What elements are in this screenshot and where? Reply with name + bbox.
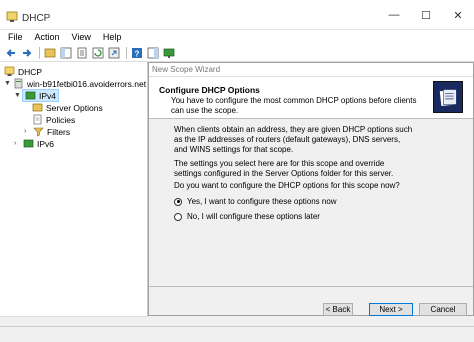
tree-item-dhcp[interactable]: DHCP bbox=[4, 66, 42, 77]
tree-item-ipv4[interactable]: ▼ IPv4 bbox=[14, 89, 60, 102]
radio-dot[interactable] bbox=[174, 212, 182, 221]
policies-icon bbox=[33, 114, 42, 125]
forward-icon[interactable] bbox=[20, 46, 34, 60]
tree-item-filters[interactable]: › Filters bbox=[24, 126, 70, 137]
action-pane-icon[interactable] bbox=[146, 46, 160, 60]
dhcp-icon bbox=[4, 66, 15, 76]
tree-label-filters: Filters bbox=[47, 126, 71, 137]
expand-chevron-icon[interactable]: › bbox=[14, 140, 23, 147]
tree-item-server-options[interactable]: Server Options bbox=[32, 102, 103, 113]
dhcp-app-icon bbox=[6, 11, 18, 22]
ipv4-icon bbox=[25, 91, 36, 100]
wizard-paragraph-2: The settings you select here are for thi… bbox=[174, 159, 394, 178]
tree-label-server-options: Server Options bbox=[46, 102, 103, 113]
svg-text:?: ? bbox=[135, 49, 140, 58]
radio-dot-selected[interactable] bbox=[174, 197, 182, 206]
tree-label-policies: Policies bbox=[46, 114, 76, 125]
ipv6-icon bbox=[23, 139, 34, 148]
close-button[interactable]: ✕ bbox=[442, 0, 474, 30]
console-tree: DHCP ▼ win-b91fetbi016.avoiderrors.net ▼… bbox=[0, 62, 148, 342]
wizard-heading: Configure DHCP Options bbox=[159, 85, 260, 95]
show-tree-icon[interactable] bbox=[59, 46, 73, 60]
wizard-header: Configure DHCP Options You have to confi… bbox=[149, 77, 473, 119]
wizard-title: New Scope Wizard bbox=[149, 63, 473, 77]
server-icon bbox=[14, 78, 23, 89]
status-bar bbox=[0, 326, 474, 342]
new-scope-wizard-dialog: New Scope Wizard Configure DHCP Options … bbox=[148, 62, 474, 316]
menu-view[interactable]: View bbox=[72, 30, 91, 44]
menu-help[interactable]: Help bbox=[103, 30, 122, 44]
back-button[interactable]: < Back bbox=[323, 303, 353, 316]
tree-label-ipv6: IPv6 bbox=[37, 138, 55, 149]
wizard-subheading: You have to configure the most common DH… bbox=[171, 96, 417, 115]
wizard-separator bbox=[149, 286, 473, 287]
help-icon[interactable]: ? bbox=[130, 46, 144, 60]
toolbar-separator bbox=[126, 46, 127, 59]
filters-icon bbox=[33, 127, 44, 137]
back-icon[interactable] bbox=[4, 46, 18, 60]
tree-label-ipv4: IPv4 bbox=[39, 90, 57, 101]
radio-configure-now[interactable]: Yes, I want to configure these options n… bbox=[174, 197, 337, 206]
radio-label-no: No, I will configure these options later bbox=[187, 212, 320, 221]
refresh-icon[interactable] bbox=[91, 46, 105, 60]
menu-action[interactable]: Action bbox=[35, 30, 60, 44]
collapse-chevron-icon[interactable]: ▼ bbox=[14, 92, 23, 99]
menu-file[interactable]: File bbox=[8, 30, 23, 44]
properties-icon[interactable] bbox=[75, 46, 89, 60]
export-icon[interactable] bbox=[107, 46, 121, 60]
collapse-chevron-icon[interactable]: ▼ bbox=[4, 80, 13, 87]
tree-item-ipv6[interactable]: › IPv6 bbox=[14, 138, 54, 149]
title-bar: DHCP — ☐ ✕ bbox=[0, 0, 474, 30]
monitor-icon[interactable] bbox=[162, 46, 176, 60]
cancel-button[interactable]: Cancel bbox=[419, 303, 467, 316]
expand-chevron-icon[interactable]: › bbox=[24, 128, 33, 135]
tree-horizontal-scrollbar[interactable] bbox=[0, 316, 148, 326]
next-button[interactable]: Next > bbox=[369, 303, 413, 316]
wizard-paragraph-1: When clients obtain an address, they are… bbox=[174, 125, 413, 154]
radio-label-yes: Yes, I want to configure these options n… bbox=[187, 197, 337, 206]
maximize-button[interactable]: ☐ bbox=[410, 0, 442, 30]
toolbar: ? bbox=[0, 44, 474, 62]
server-options-icon bbox=[32, 103, 43, 112]
radio-configure-later[interactable]: No, I will configure these options later bbox=[174, 212, 320, 221]
up-icon[interactable] bbox=[43, 46, 57, 60]
menu-bar: File Action View Help bbox=[0, 30, 474, 44]
tree-item-server[interactable]: ▼ win-b91fetbi016.avoiderrors.net bbox=[4, 78, 146, 89]
tree-label-dhcp: DHCP bbox=[18, 66, 43, 77]
toolbar-separator bbox=[39, 46, 40, 59]
wizard-folder-icon bbox=[433, 81, 463, 113]
tree-item-policies[interactable]: Policies bbox=[32, 114, 75, 125]
wizard-question: Do you want to configure the DHCP option… bbox=[174, 181, 400, 190]
window-title: DHCP bbox=[22, 13, 51, 24]
selected-node: IPv4 bbox=[21, 89, 60, 102]
tree-label-server: win-b91fetbi016.avoiderrors.net bbox=[27, 78, 147, 89]
minimize-button[interactable]: — bbox=[378, 0, 410, 30]
